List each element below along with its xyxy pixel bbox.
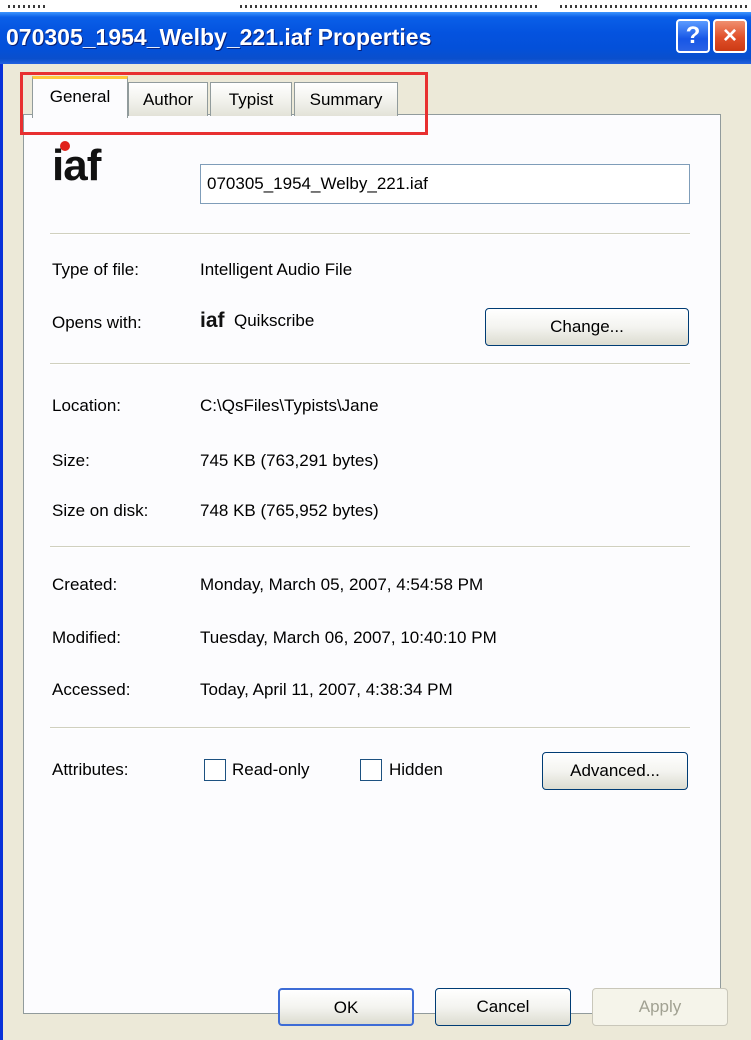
- cancel-button[interactable]: Cancel: [435, 988, 571, 1026]
- hidden-label[interactable]: Hidden: [389, 760, 443, 780]
- type-label: Type of file:: [52, 260, 139, 279]
- separator: [50, 233, 690, 235]
- created-label: Created:: [52, 575, 118, 594]
- opens-with-label: Opens with:: [52, 313, 142, 332]
- tab-panel-general: iaf 070305_1954_Welby_221.iaf Type of fi…: [23, 114, 721, 1014]
- size-on-disk-label: Size on disk:: [52, 501, 149, 520]
- readonly-label[interactable]: Read-only: [232, 760, 310, 780]
- readonly-checkbox[interactable]: [204, 759, 226, 781]
- size-on-disk-value: 748 KB (765,952 bytes): [200, 501, 379, 520]
- iaf-file-icon: iaf: [52, 141, 101, 190]
- modified-value: Tuesday, March 06, 2007, 10:40:10 PM: [200, 628, 497, 647]
- modified-label: Modified:: [52, 628, 121, 647]
- ok-button[interactable]: OK: [278, 988, 414, 1026]
- close-button[interactable]: ×: [713, 19, 747, 53]
- created-value: Monday, March 05, 2007, 4:54:58 PM: [200, 575, 484, 594]
- type-value: Intelligent Audio File: [200, 260, 353, 279]
- size-label: Size:: [52, 451, 90, 470]
- help-button[interactable]: ?: [676, 19, 710, 53]
- size-value: 745 KB (763,291 bytes): [200, 451, 379, 470]
- apply-button[interactable]: Apply: [592, 988, 728, 1026]
- tabs-highlight-box: [20, 72, 428, 135]
- filename-field[interactable]: 070305_1954_Welby_221.iaf: [200, 164, 690, 204]
- location-label: Location:: [52, 396, 121, 415]
- accessed-value: Today, April 11, 2007, 4:38:34 PM: [200, 680, 453, 699]
- window-title: 070305_1954_Welby_221.iaf Properties: [6, 24, 432, 50]
- change-button[interactable]: Change...: [485, 308, 689, 346]
- advanced-button[interactable]: Advanced...: [542, 752, 688, 790]
- attributes-label: Attributes:: [52, 760, 129, 779]
- title-bar[interactable]: 070305_1954_Welby_221.iaf Properties ? ×: [0, 12, 751, 64]
- separator: [50, 727, 690, 729]
- quikscribe-icon: iaf: [200, 309, 225, 332]
- hidden-checkbox[interactable]: [360, 759, 382, 781]
- accessed-label: Accessed:: [52, 680, 131, 699]
- opens-with-value: Quikscribe: [234, 311, 315, 330]
- separator: [50, 546, 690, 548]
- separator: [50, 363, 690, 365]
- location-value: C:\QsFiles\Typists\Jane: [200, 396, 379, 415]
- background-strip: [0, 0, 751, 12]
